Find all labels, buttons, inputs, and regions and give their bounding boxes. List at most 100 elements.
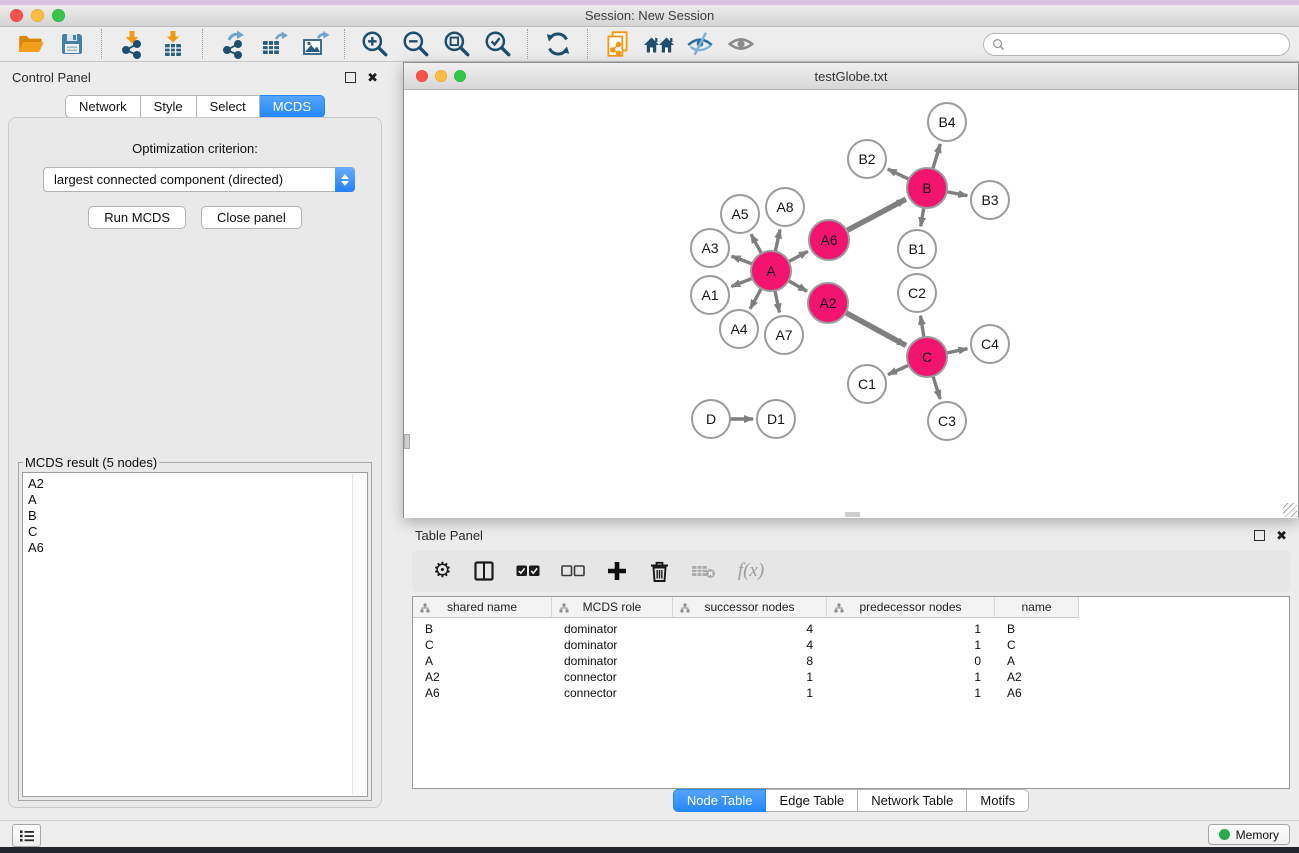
column-header-shared-name[interactable]: shared name (413, 597, 552, 618)
column-header-successor-nodes[interactable]: successor nodes (673, 597, 827, 618)
column-label: shared name (447, 600, 517, 614)
optimization-criterion-select[interactable]: largest connected component (directed) (43, 167, 355, 192)
table-settings-button[interactable]: ⚙ (433, 561, 452, 581)
graph-node-A5[interactable]: A5 (721, 195, 759, 233)
destroy-table-button-disabled (691, 563, 717, 579)
graph-node-A2[interactable]: A2 (808, 283, 848, 323)
graph-node-D[interactable]: D (692, 400, 730, 438)
homes-icon (643, 30, 675, 58)
mcds-result-item[interactable]: A2 (28, 476, 351, 492)
graph-node-A4[interactable]: A4 (720, 310, 758, 348)
toolbar-separator (202, 29, 203, 59)
graph-node-C[interactable]: C (907, 337, 947, 377)
graph-node-B3[interactable]: B3 (971, 181, 1009, 219)
graph-node-C3[interactable]: C3 (928, 402, 966, 440)
column-label: successor nodes (704, 600, 794, 614)
float-panel-icon[interactable] (345, 72, 356, 83)
graph-edge-A-A3 (732, 256, 753, 264)
export-image-button[interactable] (294, 27, 335, 61)
zoom-selected-button[interactable] (477, 27, 518, 61)
mcds-result-item[interactable]: C (28, 524, 351, 540)
vertical-scroll-thumb[interactable] (404, 434, 410, 449)
open-session-button[interactable] (10, 27, 51, 61)
tab-network[interactable]: Network (65, 95, 141, 118)
horizontal-scroll-thumb[interactable] (845, 512, 860, 517)
hide-details-button[interactable] (679, 27, 720, 61)
mcds-result-item[interactable]: A6 (28, 540, 351, 556)
mcds-result-list[interactable]: A2ABCA6 (22, 472, 368, 797)
show-details-button[interactable] (720, 27, 761, 61)
graph-node-D1[interactable]: D1 (757, 400, 795, 438)
network-canvas[interactable]: B4 B2 B B3 A8A5 A6 A3 B1 A A1 C2 A2 A4A7 C4 C C1 C3 D D1 (404, 90, 1298, 518)
tab-network-table[interactable]: Network Table (858, 789, 967, 812)
tab-select[interactable]: Select (197, 95, 260, 118)
import-table-button[interactable] (152, 27, 193, 61)
graph-node-A7[interactable]: A7 (765, 316, 803, 354)
graph-edge-C-C4 (947, 349, 968, 353)
graph-node-B1[interactable]: B1 (898, 230, 936, 268)
table-row[interactable]: A2connector11A2 (413, 669, 1289, 685)
table-cell: 1 (827, 638, 995, 652)
graph-node-A[interactable]: A (751, 251, 791, 291)
close-panel-button[interactable]: Close panel (201, 206, 302, 229)
float-table-panel-icon[interactable] (1254, 530, 1265, 541)
table-row[interactable]: Bdominator41B (413, 621, 1289, 637)
close-panel-icon[interactable]: ✖ (367, 73, 378, 82)
run-mcds-button[interactable]: Run MCDS (88, 206, 186, 229)
zoom-in-button[interactable] (354, 27, 395, 61)
delete-column-button[interactable] (649, 560, 670, 583)
table-row[interactable]: A6connector11A6 (413, 685, 1289, 701)
create-column-button[interactable] (606, 560, 628, 582)
homes-button[interactable] (638, 27, 679, 61)
tab-mcds[interactable]: MCDS (260, 95, 325, 118)
graph-node-A3[interactable]: A3 (691, 229, 729, 267)
memory-button[interactable]: Memory (1208, 824, 1290, 845)
graph-edge-A-A2 (788, 281, 807, 291)
table-cell: B (995, 622, 1079, 636)
show-columns-button[interactable] (473, 560, 495, 582)
graph-node-A8[interactable]: A8 (766, 188, 804, 226)
search-input[interactable] (1005, 36, 1289, 54)
list-scrollbar[interactable] (352, 474, 366, 795)
column-header-predecessor-nodes[interactable]: predecessor nodes (827, 597, 995, 618)
graph-node-A1[interactable]: A1 (691, 276, 729, 314)
table-row[interactable]: Cdominator41C (413, 637, 1289, 653)
tab-style[interactable]: Style (141, 95, 197, 118)
zoom-view-button[interactable] (454, 70, 466, 82)
save-session-button[interactable] (51, 27, 92, 61)
mcds-result-item[interactable]: B (28, 508, 351, 524)
mcds-result-item[interactable]: A (28, 492, 351, 508)
graph-node-C1[interactable]: C1 (848, 365, 886, 403)
graph-node-A6[interactable]: A6 (809, 220, 849, 260)
close-table-panel-icon[interactable]: ✖ (1276, 531, 1287, 540)
graph-node-C4[interactable]: C4 (971, 325, 1009, 363)
graph-node-B[interactable]: B (907, 168, 947, 208)
import-network-button[interactable] (111, 27, 152, 61)
export-network-button[interactable] (212, 27, 253, 61)
tab-motifs[interactable]: Motifs (967, 789, 1029, 812)
table-panel: Table Panel ✖ ⚙ (403, 520, 1299, 816)
graph-node-C2[interactable]: C2 (898, 274, 936, 312)
column-header-mcds-role[interactable]: MCDS role (552, 597, 673, 618)
close-view-button[interactable] (416, 70, 428, 82)
select-all-icon (516, 564, 540, 578)
resize-grip[interactable] (1283, 503, 1297, 517)
network-from-file-button[interactable] (597, 27, 638, 61)
column-header-name[interactable]: name (995, 597, 1079, 618)
task-history-button[interactable] (12, 824, 41, 847)
eye-icon (726, 29, 756, 59)
refresh-button[interactable] (537, 27, 578, 61)
zoom-fit-button[interactable] (436, 27, 477, 61)
graph-node-B4[interactable]: B4 (928, 103, 966, 141)
graph-edge-B-B1 (921, 208, 924, 227)
tab-node-table[interactable]: Node Table (673, 789, 767, 812)
select-all-rows-button[interactable] (516, 564, 540, 578)
zoom-out-button[interactable] (395, 27, 436, 61)
graph-node-B2[interactable]: B2 (848, 140, 886, 178)
search-field[interactable] (983, 33, 1290, 56)
minimize-view-button[interactable] (435, 70, 447, 82)
table-row[interactable]: Adominator80A (413, 653, 1289, 669)
deselect-all-rows-button[interactable] (561, 564, 585, 578)
export-table-button[interactable] (253, 27, 294, 61)
tab-edge-table[interactable]: Edge Table (766, 789, 858, 812)
